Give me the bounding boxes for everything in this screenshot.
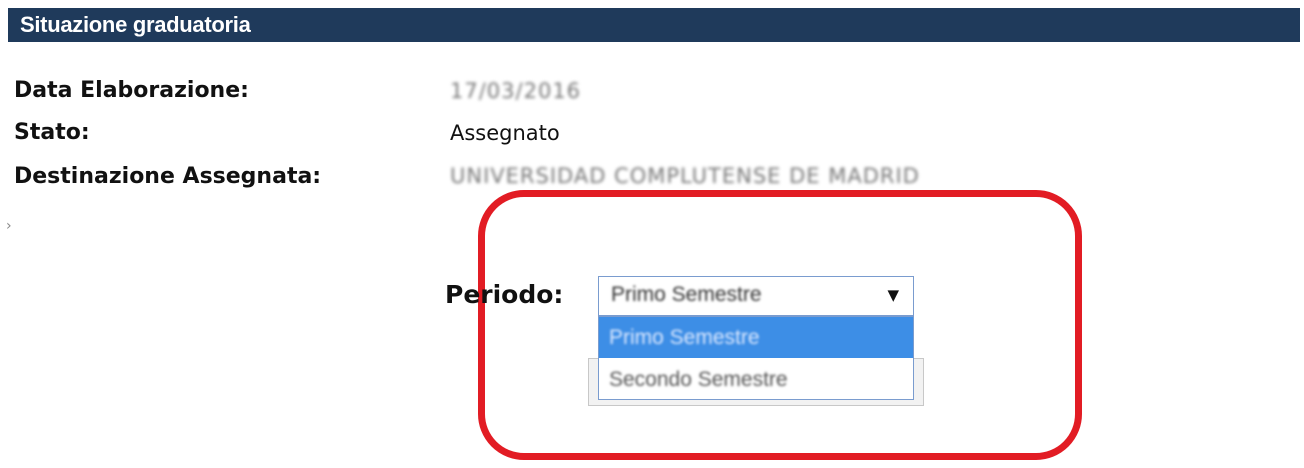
option-primo-semestre[interactable]: Primo Semestre: [599, 317, 913, 358]
chevron-down-icon: ▼: [887, 286, 899, 304]
periodo-select[interactable]: Primo Semestre ▼: [598, 276, 914, 316]
periodo-select-value: Primo Semestre: [611, 283, 762, 306]
stato-value: Assegnato: [450, 121, 560, 145]
data-elaborazione-value: 17/03/2016: [450, 79, 582, 103]
section-header: Situazione graduatoria: [8, 8, 1300, 42]
periodo-label: Periodo:: [445, 280, 564, 309]
destinazione-label: Destinazione Assegnata:: [14, 164, 322, 189]
section-title: Situazione graduatoria: [20, 12, 251, 37]
data-elaborazione-label: Data Elaborazione:: [14, 78, 249, 103]
stato-label: Stato:: [14, 120, 90, 145]
destinazione-value: UNIVERSIDAD COMPLUTENSE DE MADRID: [450, 164, 920, 188]
option-secondo-semestre[interactable]: Secondo Semestre: [599, 359, 913, 400]
periodo-dropdown-list: Primo Semestre Secondo Semestre: [598, 316, 914, 400]
stray-mark: ›: [6, 218, 12, 234]
